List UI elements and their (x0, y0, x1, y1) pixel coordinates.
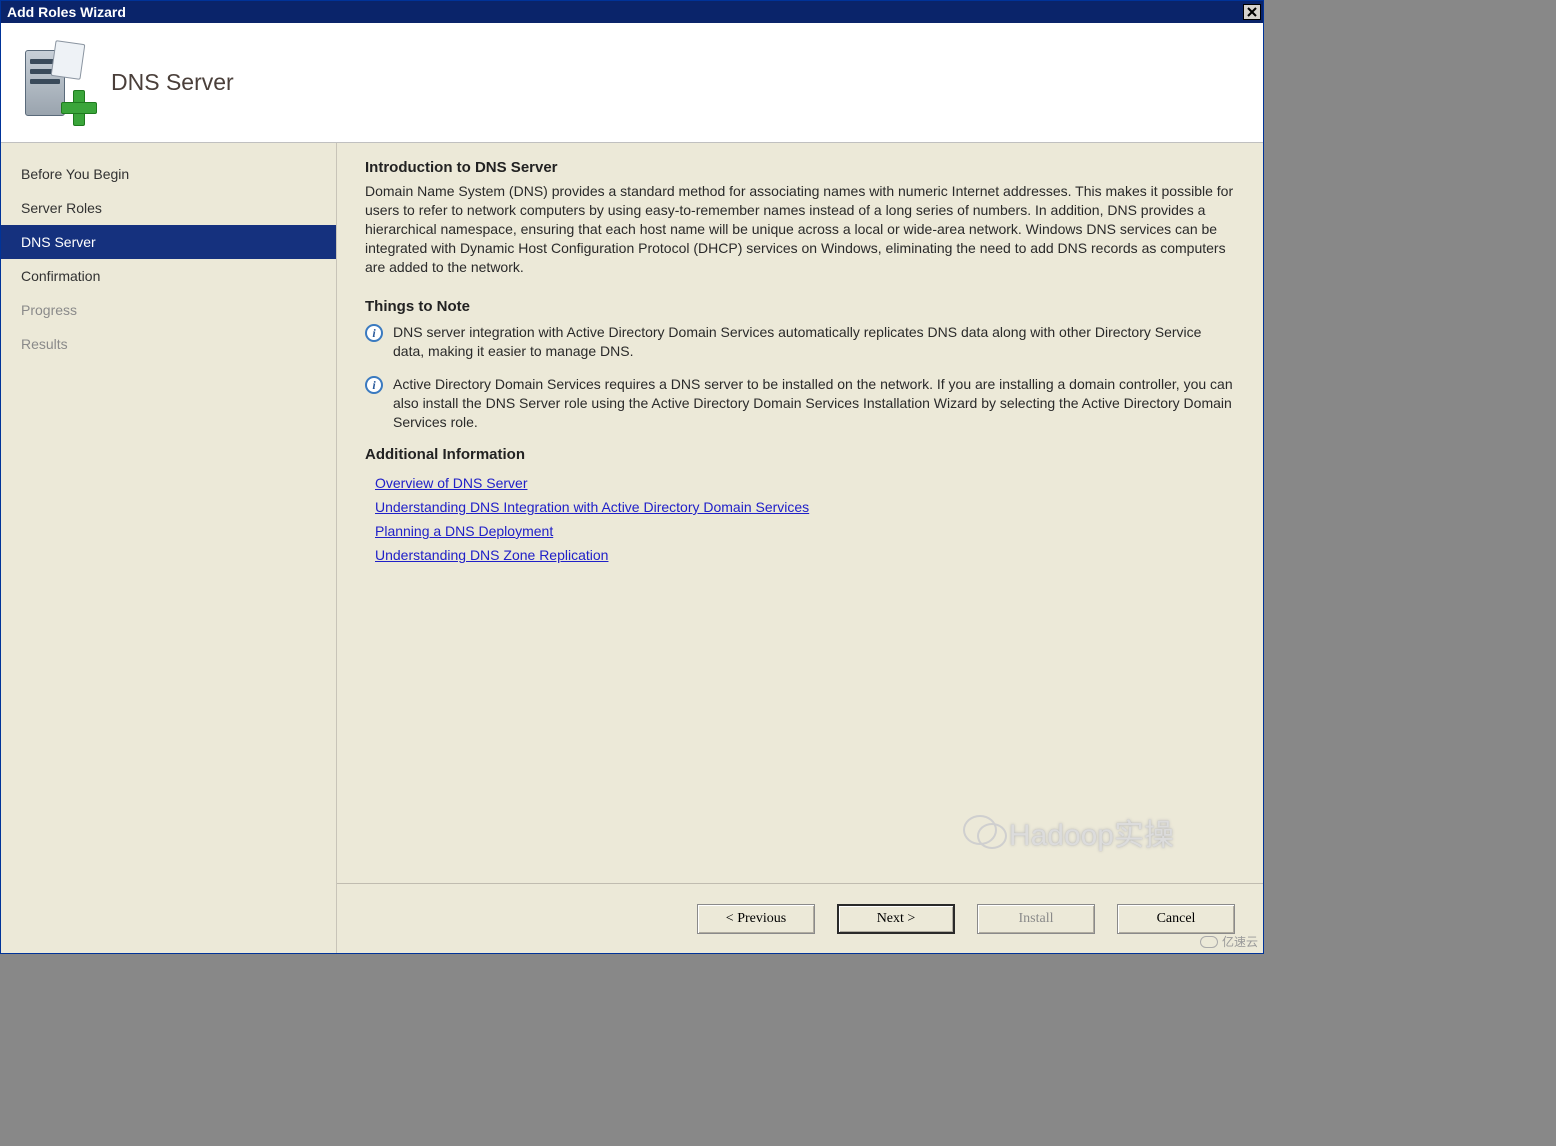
dns-server-icon (15, 44, 93, 122)
close-button[interactable] (1243, 4, 1261, 20)
things-to-note-heading: Things to Note (365, 298, 1235, 315)
cancel-button[interactable]: Cancel (1117, 904, 1235, 934)
intro-heading: Introduction to DNS Server (365, 159, 1235, 176)
intro-text: Domain Name System (DNS) provides a stan… (365, 182, 1235, 276)
nav-confirmation[interactable]: Confirmation (1, 259, 336, 293)
nav-progress: Progress (1, 293, 336, 327)
content-area: Introduction to DNS Server Domain Name S… (337, 143, 1263, 883)
note-text: DNS server integration with Active Direc… (393, 323, 1235, 361)
link-overview-dns[interactable]: Overview of DNS Server (365, 471, 527, 495)
window-title: Add Roles Wizard (7, 1, 126, 23)
nav-server-roles[interactable]: Server Roles (1, 191, 336, 225)
note-item: i DNS server integration with Active Dir… (365, 323, 1235, 361)
nav-dns-server[interactable]: DNS Server (1, 225, 336, 259)
install-button: Install (977, 904, 1095, 934)
nav-before-you-begin[interactable]: Before You Begin (1, 157, 336, 191)
note-item: i Active Directory Domain Services requi… (365, 375, 1235, 432)
link-dns-ad-integration[interactable]: Understanding DNS Integration with Activ… (365, 495, 809, 519)
previous-button[interactable]: < Previous (697, 904, 815, 934)
next-button[interactable]: Next > (837, 904, 955, 934)
titlebar: Add Roles Wizard (1, 1, 1263, 23)
wizard-header: DNS Server (1, 23, 1263, 143)
link-list: Overview of DNS Server Understanding DNS… (365, 471, 1235, 567)
page-title: DNS Server (111, 69, 234, 96)
link-dns-zone-replication[interactable]: Understanding DNS Zone Replication (365, 543, 608, 567)
nav-sidebar: Before You Begin Server Roles DNS Server… (1, 143, 337, 953)
nav-results: Results (1, 327, 336, 361)
wizard-body: Before You Begin Server Roles DNS Server… (1, 143, 1263, 953)
link-planning-dns[interactable]: Planning a DNS Deployment (365, 519, 553, 543)
wizard-window: Add Roles Wizard DNS Server Before You B… (0, 0, 1264, 954)
close-icon (1247, 7, 1257, 17)
main-panel: Introduction to DNS Server Domain Name S… (337, 143, 1263, 953)
add-plus-icon (61, 90, 95, 124)
additional-info-heading: Additional Information (365, 446, 1235, 463)
info-icon: i (365, 324, 383, 342)
button-bar: < Previous Next > Install Cancel (337, 883, 1263, 953)
note-text: Active Directory Domain Services require… (393, 375, 1235, 432)
info-icon: i (365, 376, 383, 394)
